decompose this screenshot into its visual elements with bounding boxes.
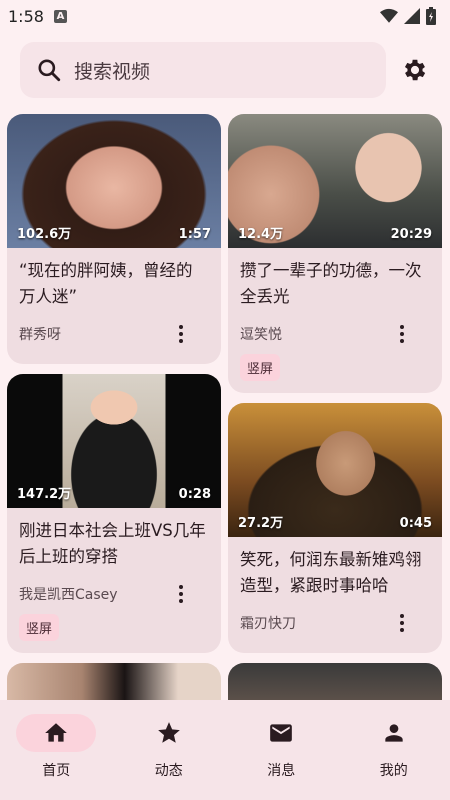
search-placeholder: 搜索视频 <box>74 60 151 83</box>
gear-icon <box>404 59 426 81</box>
author-name[interactable]: 群秀呀 <box>19 324 61 344</box>
nav-home[interactable]: 首页 <box>11 714 101 800</box>
video-thumbnail[interactable]: 27.2万 0:45 <box>228 403 442 537</box>
duration: 0:28 <box>178 487 211 502</box>
vertical-video-tag: 竖屏 <box>240 354 281 381</box>
feed-column-left: 102.6万 1:57 “现在的胖阿姨，曾经的万人迷” 群秀呀 147.2万 0… <box>7 114 221 702</box>
nav-label: 消息 <box>267 763 296 779</box>
settings-button[interactable] <box>400 55 430 85</box>
mail-icon <box>270 724 293 742</box>
search-input[interactable]: 搜索视频 <box>20 42 386 98</box>
star-icon <box>157 722 180 743</box>
more-options-icon[interactable] <box>171 322 191 346</box>
person-icon <box>385 724 403 742</box>
video-card[interactable]: 12.4万 20:29 攒了一辈子的功德，一次全丢光 逗笑悦 竖屏 <box>228 114 442 393</box>
nav-activity[interactable]: 动态 <box>124 714 214 800</box>
wifi-icon <box>380 8 398 23</box>
video-title[interactable]: 笑死，何润东最新雉鸡翎造型，紧跟时事哈哈 <box>228 537 442 599</box>
view-count: 27.2万 <box>238 516 284 531</box>
author-name[interactable]: 逗笑悦 <box>240 324 282 344</box>
home-icon <box>45 723 68 742</box>
video-card[interactable] <box>228 663 442 702</box>
video-title[interactable]: 刚进日本社会上班VS几年后上班的穿搭 <box>7 508 221 570</box>
nav-label: 首页 <box>42 763 71 779</box>
battery-icon <box>426 7 436 25</box>
view-count: 147.2万 <box>17 487 72 502</box>
video-card[interactable]: 27.2万 0:45 笑死，何润东最新雉鸡翎造型，紧跟时事哈哈 霜刃快刀 <box>228 403 442 653</box>
view-count: 12.4万 <box>238 227 284 242</box>
video-thumbnail[interactable]: 12.4万 20:29 <box>228 114 442 248</box>
more-options-icon[interactable] <box>392 611 412 635</box>
bottom-navigation: 首页 动态 消息 我的 <box>0 700 450 800</box>
duration: 0:45 <box>399 516 432 531</box>
status-bar: 1:58 A <box>0 0 450 32</box>
notification-a-icon: A <box>53 9 67 23</box>
view-count: 102.6万 <box>17 227 72 242</box>
video-thumbnail[interactable]: 102.6万 1:57 <box>7 114 221 248</box>
video-title[interactable]: “现在的胖阿姨，曾经的万人迷” <box>7 248 221 310</box>
nav-messages[interactable]: 消息 <box>236 714 326 800</box>
video-card[interactable] <box>7 663 221 702</box>
duration: 1:57 <box>178 227 211 242</box>
video-thumbnail[interactable]: 147.2万 0:28 <box>7 374 221 508</box>
video-feed: 102.6万 1:57 “现在的胖阿姨，曾经的万人迷” 群秀呀 147.2万 0… <box>7 114 443 702</box>
video-thumbnail[interactable] <box>7 663 221 702</box>
video-card[interactable]: 102.6万 1:57 “现在的胖阿姨，曾经的万人迷” 群秀呀 <box>7 114 221 364</box>
status-time: 1:58 <box>8 6 44 26</box>
more-options-icon[interactable] <box>392 322 412 346</box>
signal-icon <box>404 8 420 24</box>
search-icon <box>38 59 61 82</box>
duration: 20:29 <box>390 227 432 242</box>
vertical-video-tag: 竖屏 <box>19 614 60 641</box>
nav-label: 我的 <box>379 763 408 779</box>
feed-column-right: 12.4万 20:29 攒了一辈子的功德，一次全丢光 逗笑悦 竖屏 27.2万 … <box>228 114 442 702</box>
nav-label: 动态 <box>154 763 183 779</box>
video-title[interactable]: 攒了一辈子的功德，一次全丢光 <box>228 248 442 310</box>
author-name[interactable]: 我是凯西Casey <box>19 584 118 604</box>
search-row: 搜索视频 <box>20 42 430 98</box>
video-card[interactable]: 147.2万 0:28 刚进日本社会上班VS几年后上班的穿搭 我是凯西Casey… <box>7 374 221 653</box>
author-name[interactable]: 霜刃快刀 <box>240 613 296 633</box>
more-options-icon[interactable] <box>171 582 191 606</box>
video-thumbnail[interactable] <box>228 663 442 702</box>
nav-profile[interactable]: 我的 <box>349 714 439 800</box>
